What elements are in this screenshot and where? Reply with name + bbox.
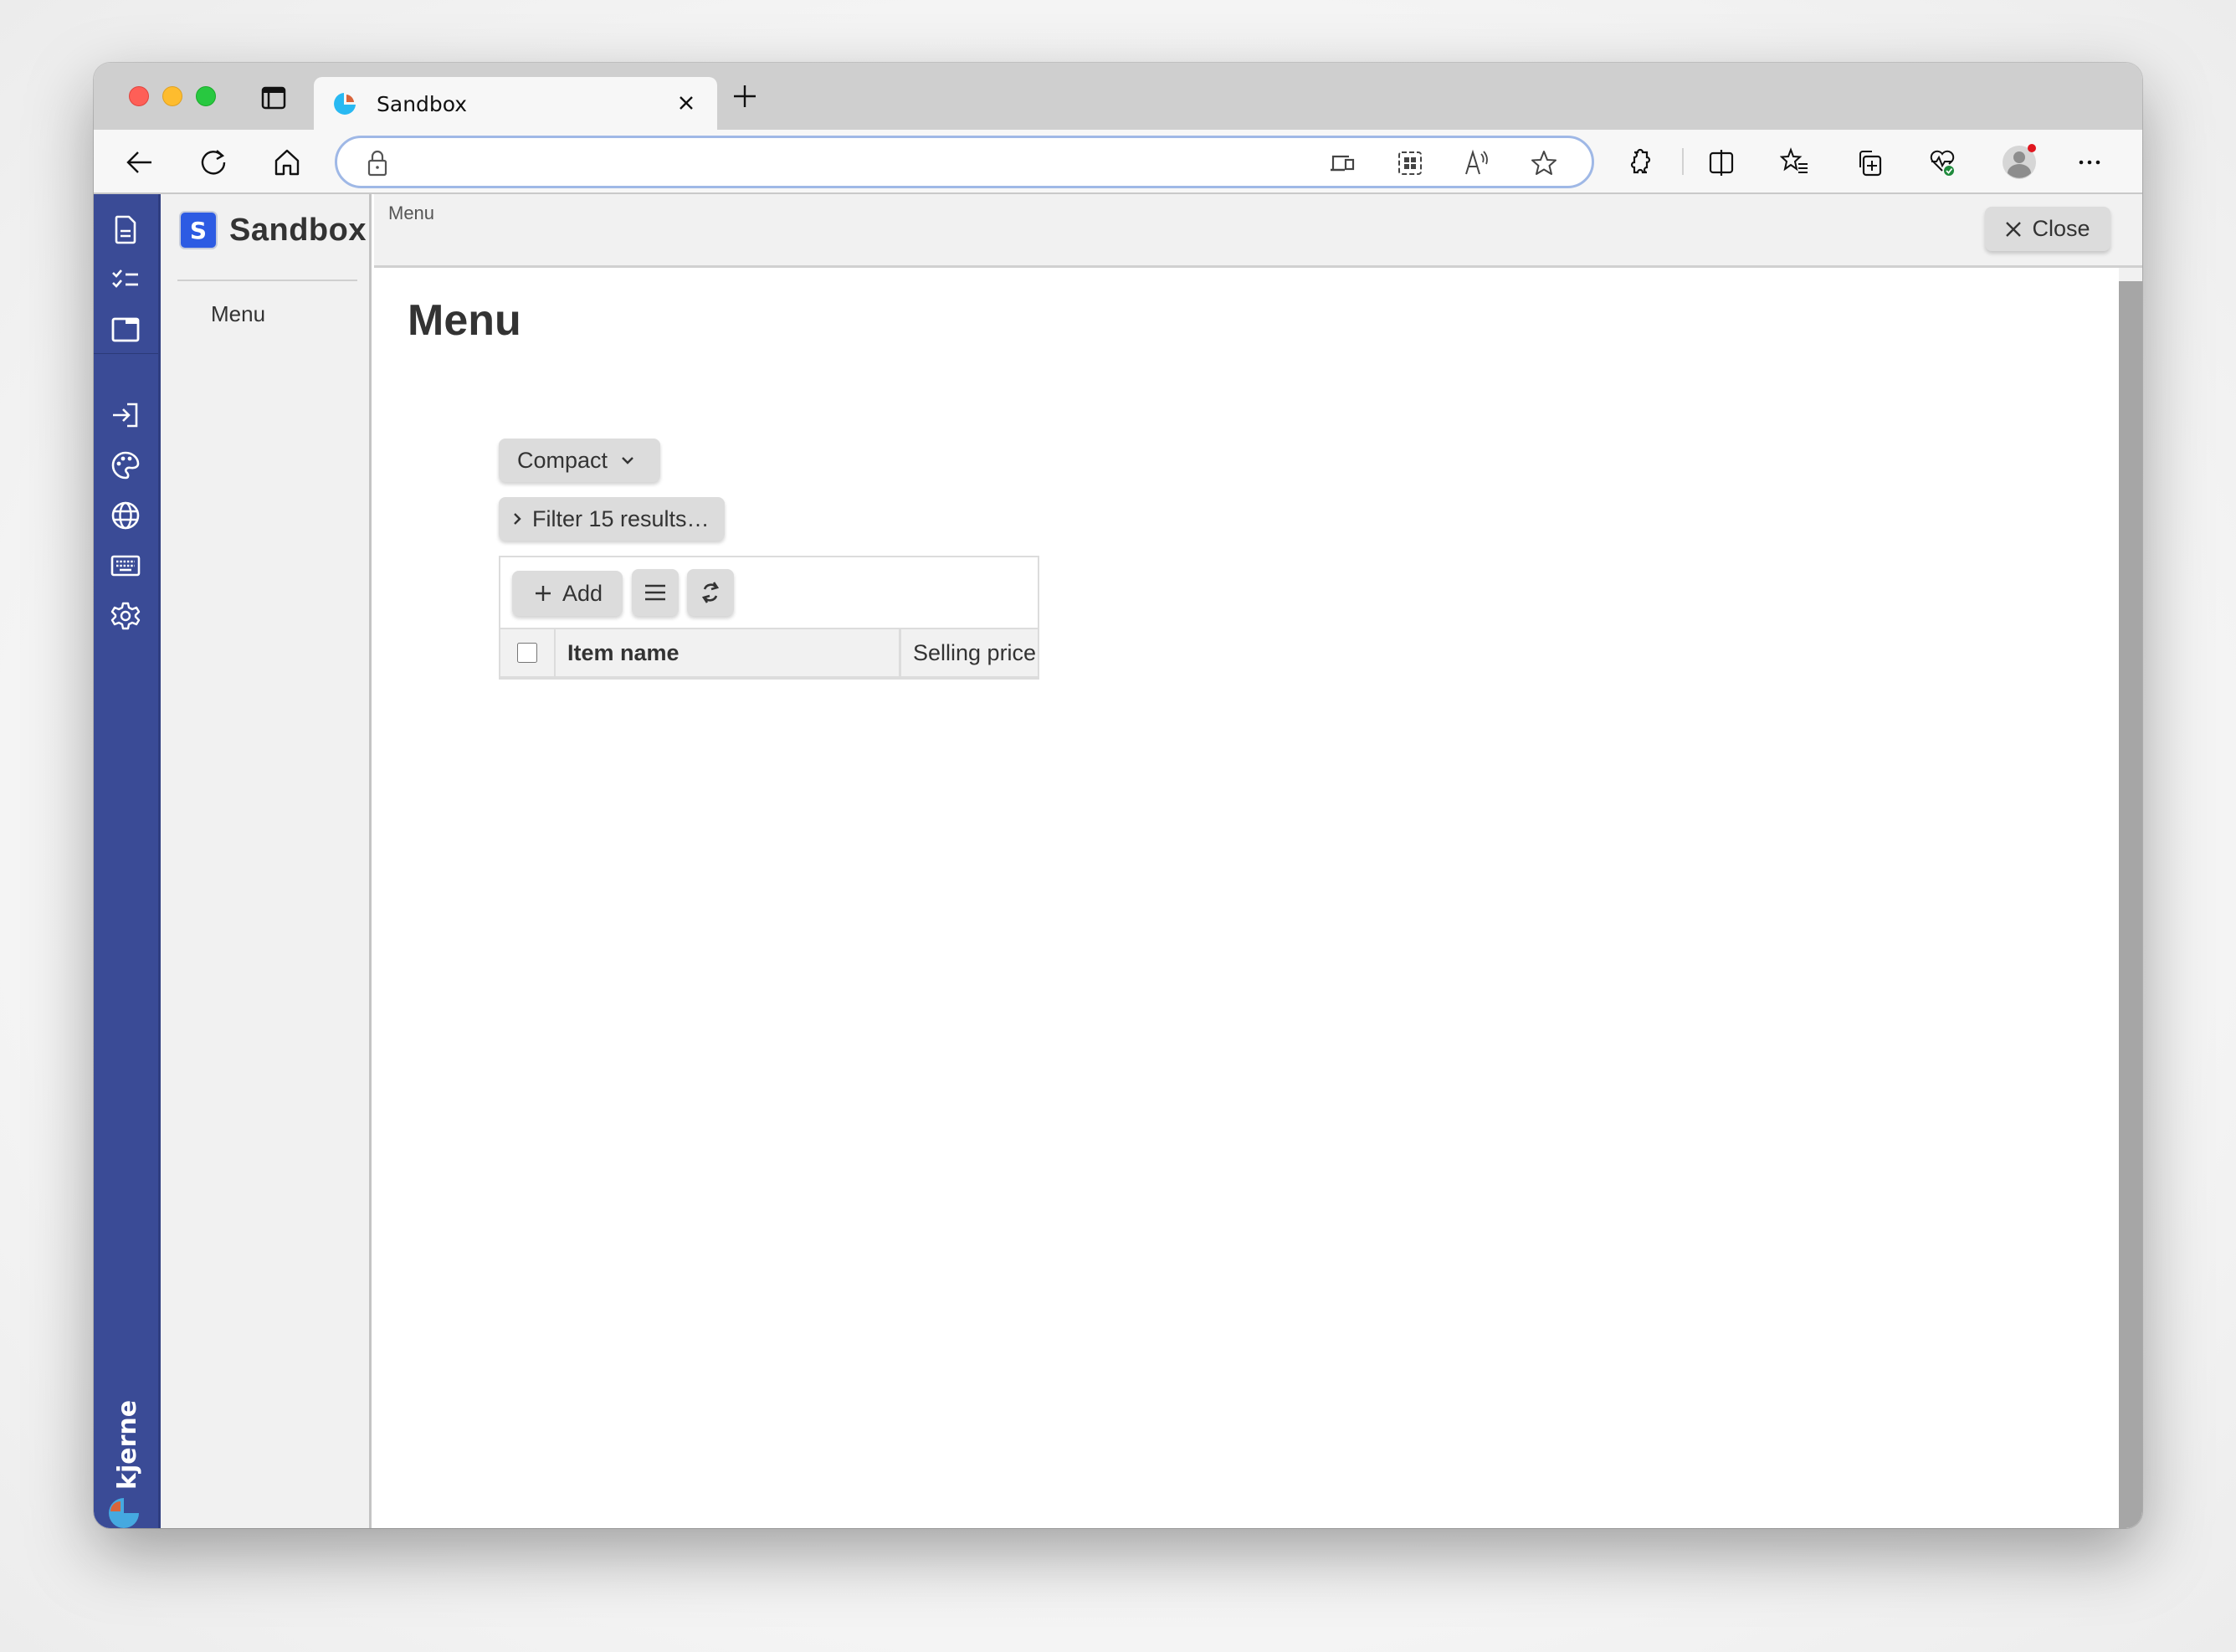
filter-toggle-button[interactable]: Filter 15 results…	[499, 497, 725, 541]
close-button[interactable]: Close	[1985, 207, 2110, 251]
keyboard-icon[interactable]	[110, 551, 141, 581]
lock-icon[interactable]	[366, 150, 389, 177]
view-mode-select[interactable]: Compact	[499, 439, 660, 482]
main-area: Menu Compact Filter 15 results… Add Item…	[374, 270, 2119, 1528]
toolbar-divider	[1682, 148, 1684, 175]
tab-strip: Sandbox	[94, 63, 2142, 130]
column-header-selling-price[interactable]: Selling price	[901, 629, 1038, 676]
back-icon[interactable]	[124, 146, 156, 178]
select-all-cell	[500, 629, 556, 676]
url-input[interactable]	[404, 145, 1325, 178]
device-icon[interactable]	[1329, 149, 1357, 177]
tab-actions-icon[interactable]	[261, 86, 286, 110]
refresh-button[interactable]	[687, 569, 734, 616]
minimize-window-button[interactable]	[162, 86, 182, 106]
address-bar[interactable]	[335, 136, 1594, 188]
favorites-icon[interactable]	[1779, 146, 1811, 178]
app-rail: kjerner	[94, 194, 161, 1528]
browser-essentials-icon[interactable]	[1926, 146, 1958, 178]
browser-window: Sandbox kjerner S Sandbox Menu Menu Clos…	[94, 63, 2142, 1528]
reload-icon[interactable]	[197, 146, 229, 178]
maximize-window-button[interactable]	[196, 86, 216, 106]
split-screen-icon[interactable]	[1705, 146, 1737, 178]
scrollbar-thumb[interactable]	[2119, 281, 2142, 1528]
plus-icon	[534, 584, 552, 603]
panel-divider	[177, 280, 357, 281]
chevron-right-icon	[512, 512, 522, 526]
chevron-down-icon	[621, 455, 634, 465]
side-panel: S Sandbox Menu	[161, 194, 372, 1528]
close-label: Close	[2032, 216, 2090, 241]
settings-icon[interactable]	[110, 601, 141, 631]
close-icon	[2005, 221, 2022, 238]
checklist-icon[interactable]	[110, 264, 141, 295]
kjerner-logo-text: kjerner	[113, 1399, 142, 1490]
select-all-checkbox[interactable]	[517, 643, 537, 663]
more-icon[interactable]	[2074, 146, 2105, 178]
login-icon[interactable]	[110, 400, 141, 430]
window-icon[interactable]	[110, 315, 141, 345]
favorite-star-icon[interactable]	[1530, 149, 1558, 177]
new-tab-icon[interactable]	[730, 81, 760, 111]
table-header: Item name Selling price	[500, 628, 1038, 678]
data-grid: Add Item name Selling price	[499, 556, 1039, 680]
column-header-item-name[interactable]: Item name	[556, 629, 901, 676]
collections-icon[interactable]	[1853, 146, 1885, 178]
rail-divider	[94, 353, 158, 354]
nav-item-menu[interactable]: Menu	[211, 301, 265, 327]
browser-tab[interactable]: Sandbox	[314, 77, 717, 130]
read-aloud-icon[interactable]	[1463, 149, 1491, 177]
document-icon[interactable]	[110, 214, 141, 244]
kjerner-pie-icon	[332, 91, 357, 116]
add-label: Add	[562, 580, 603, 606]
extensions-icon[interactable]	[1623, 146, 1655, 178]
view-mode-value: Compact	[517, 447, 608, 473]
brand-badge: S	[179, 211, 218, 249]
columns-menu-button[interactable]	[632, 569, 679, 616]
tab-close-icon[interactable]	[674, 90, 699, 115]
close-window-button[interactable]	[129, 86, 149, 106]
palette-icon[interactable]	[110, 450, 141, 480]
apps-icon[interactable]	[1396, 149, 1424, 177]
page-content: kjerner S Sandbox Menu Menu Close Menu C…	[94, 194, 2142, 1528]
kjerner-logo: kjerner	[105, 1399, 147, 1528]
breadcrumb[interactable]: Menu	[388, 203, 434, 224]
home-icon[interactable]	[271, 146, 303, 178]
top-bar: Menu Close	[374, 194, 2142, 268]
tab-title: Sandbox	[377, 92, 468, 116]
brand-name: Sandbox	[229, 213, 367, 248]
globe-icon[interactable]	[110, 500, 141, 531]
filter-label: Filter 15 results…	[532, 505, 710, 531]
profile-avatar-icon[interactable]	[2000, 143, 2039, 182]
hamburger-icon	[644, 584, 666, 601]
refresh-icon	[700, 580, 721, 605]
browser-toolbar	[94, 130, 2142, 194]
page-title: Menu	[408, 296, 521, 345]
add-button[interactable]: Add	[512, 571, 623, 616]
